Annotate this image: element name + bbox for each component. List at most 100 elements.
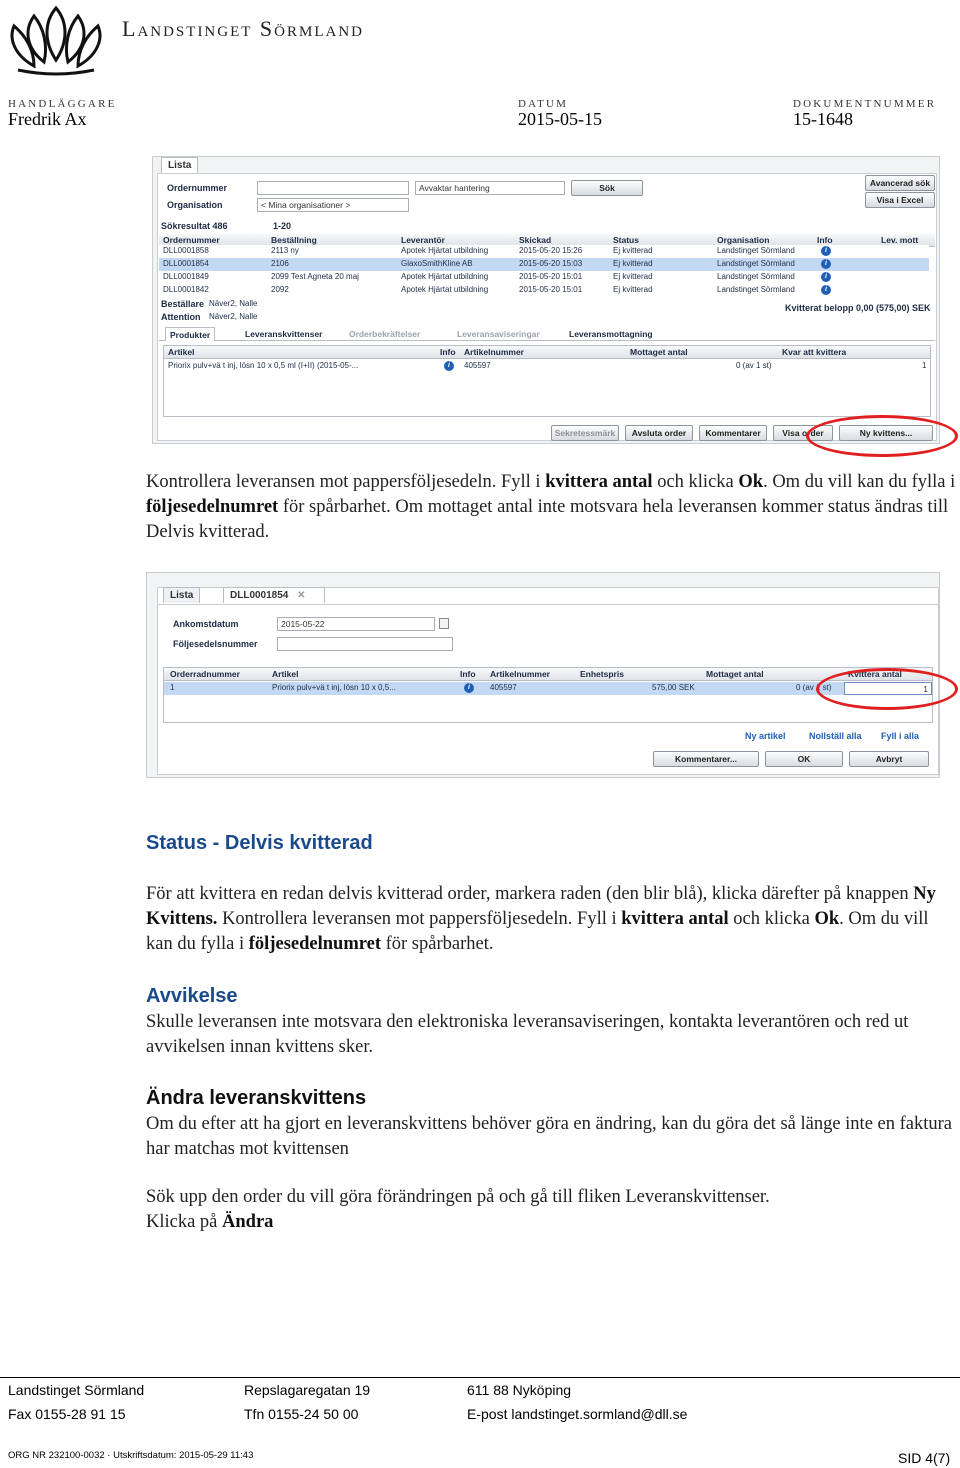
cell-order: DLL0001858 (163, 246, 209, 255)
info-icon[interactable]: i (821, 259, 831, 269)
tab-lista[interactable]: Lista (161, 157, 199, 173)
text-bold: Ändra (222, 1212, 274, 1232)
bestallare-value: Näver2, Nalle (209, 299, 258, 308)
sekretessmark-button[interactable]: Sekretessmärk (551, 425, 619, 441)
cell-artikel: Priorix pulv+vä t inj, lösn 10 x 0,5... (272, 683, 396, 692)
cell-leverantor: Apotek Hjärtat utbildning (401, 272, 489, 281)
klicka-paragraph: Klicka på Ändra (146, 1210, 958, 1235)
col-info[interactable]: Info (460, 669, 476, 679)
tab-lista[interactable]: Lista (163, 587, 201, 603)
kvittens-grid: Orderradnummer Artikel Info Artikelnumme… (163, 667, 933, 723)
table-row[interactable]: DLL0001849 2099 Test Agneta 20 maj Apote… (159, 271, 929, 284)
col-enhetspris[interactable]: Enhetspris (580, 669, 624, 679)
table-row[interactable]: DLL0001842 2092 Apotek Hjärtat utbildnin… (159, 284, 929, 297)
avbryt-button[interactable]: Avbryt (849, 751, 929, 767)
organisation-label: Organisation (167, 200, 223, 210)
cell-organisation: Landstinget Sörmland (717, 285, 795, 294)
organisation-select[interactable]: < Mina organisationer > (257, 198, 409, 212)
sok-paragraph: Sök upp den order du vill göra förändrin… (146, 1187, 770, 1207)
status-paragraph: För att kvittera en redan delvis kvitter… (146, 882, 958, 957)
col-lev-mott[interactable]: Lev. mott (881, 235, 918, 245)
avsluta-order-button[interactable]: Avsluta order (625, 425, 693, 441)
col-artikelnummer[interactable]: Artikelnummer (490, 669, 550, 679)
cell-enhetspris: 575,00 SEK (652, 683, 695, 692)
col-artikelnummer[interactable]: Artikelnummer (464, 347, 524, 357)
text-bold: kvittera antal (545, 472, 653, 492)
col-mottaget-antal[interactable]: Mottaget antal (630, 347, 688, 357)
foljesedelsnummer-input[interactable] (277, 637, 453, 651)
info-icon[interactable]: i (444, 361, 454, 371)
col-info[interactable]: Info (817, 235, 833, 245)
tab-order[interactable]: DLL0001854 ✕ (223, 587, 325, 603)
pagination[interactable]: 1-20 (273, 221, 291, 231)
text: och klicka (728, 909, 815, 929)
footer-email: E-post landstinget.sormland@dll.se (467, 1406, 688, 1422)
col-bestallning[interactable]: Beställning (271, 235, 317, 245)
col-organisation[interactable]: Organisation (717, 235, 769, 245)
tab-order-label: DLL0001854 (230, 590, 289, 601)
info-icon[interactable]: i (821, 246, 831, 256)
col-mottaget-antal[interactable]: Mottaget antal (706, 669, 764, 679)
cell-skickad: 2015-05-20 15:03 (519, 259, 583, 268)
ordernummer-input[interactable] (257, 181, 409, 195)
search-button[interactable]: Sök (571, 180, 643, 196)
cell-bestallning: 2106 (271, 259, 289, 268)
page-number: SID 4(7) (898, 1450, 951, 1466)
cell-organisation: Landstinget Sörmland (717, 246, 795, 255)
subtab-leveransmottagning[interactable]: Leveransmottagning (565, 327, 657, 341)
table-row[interactable]: Priorix pulv+vä t inj, lösn 10 x 0,5 ml … (164, 360, 930, 373)
status-heading: Status - Delvis kvitterad (146, 832, 373, 854)
cell-skickad: 2015-05-20 15:01 (519, 272, 583, 281)
cell-bestallning: 2113 ny (271, 246, 299, 255)
col-artikel[interactable]: Artikel (168, 347, 194, 357)
nollstall-alla-link[interactable]: Nollställ alla (809, 731, 862, 741)
attention-label: Attention (161, 312, 201, 322)
ankomstdatum-input[interactable]: 2015-05-22 (277, 617, 435, 631)
text: för spårbarhet. (380, 934, 494, 954)
info-icon[interactable]: i (821, 272, 831, 282)
subtab-leveranskvittenser[interactable]: Leveranskvittenser (241, 327, 327, 341)
col-skickad[interactable]: Skickad (519, 235, 551, 245)
col-ordernummer[interactable]: Ordernummer (163, 235, 220, 245)
col-orderradnummer[interactable]: Orderradnummer (170, 669, 240, 679)
close-icon[interactable]: ✕ (297, 590, 305, 601)
datum-value: 2015-05-15 (518, 109, 602, 129)
footer-rule (0, 1377, 960, 1378)
table-row-selected[interactable]: DLL0001854 2106 GlaxoSmithKline AB 2015-… (159, 258, 929, 271)
cell-mottaget: 0 (av 1 st) (736, 361, 772, 370)
cell-artikelnummer: 405597 (490, 683, 517, 692)
cell-artikel: Priorix pulv+vä t inj, lösn 10 x 0,5 ml … (168, 361, 359, 370)
col-artikel[interactable]: Artikel (272, 669, 298, 679)
col-kvar-att-kvittera[interactable]: Kvar att kvittera (782, 347, 846, 357)
advanced-search-button[interactable]: Avancerad sök (865, 175, 935, 191)
ordernummer-label: Ordernummer (167, 183, 228, 193)
table-row[interactable]: DLL0001858 2113 ny Apotek Hjärtat utbild… (159, 245, 929, 258)
kommentarer-button[interactable]: Kommentarer (699, 425, 767, 441)
ny-artikel-link[interactable]: Ny artikel (745, 731, 786, 741)
dokumentnummer-value: 15-1648 (793, 109, 853, 129)
col-status[interactable]: Status (613, 235, 639, 245)
subtab-leveransaviseringar[interactable]: Leveransaviseringar (453, 327, 544, 341)
status-select[interactable]: Avvaktar hantering (415, 181, 565, 195)
cell-leverantor: GlaxoSmithKline AB (401, 259, 473, 268)
excel-button[interactable]: Visa i Excel (865, 192, 935, 208)
ok-button[interactable]: OK (765, 751, 843, 767)
calendar-icon[interactable] (439, 618, 449, 629)
cell-leverantor: Apotek Hjärtat utbildning (401, 246, 489, 255)
result-count: Sökresultat 486 (161, 221, 228, 231)
info-icon[interactable]: i (821, 285, 831, 295)
handlaggare-value: Fredrik Ax (8, 109, 87, 129)
cell-bestallning: 2099 Test Agneta 20 maj (271, 272, 359, 281)
cell-organisation: Landstinget Sörmland (717, 259, 795, 268)
ankomstdatum-label: Ankomstdatum (173, 619, 239, 629)
kvitterat-belopp: Kvitterat belopp 0,00 (575,00) SEK (785, 303, 931, 313)
fyll-i-alla-link[interactable]: Fyll i alla (881, 731, 919, 741)
subtab-orderbekraftelser[interactable]: Orderbekräftelser (345, 327, 424, 341)
footer-orgnr: ORG NR 232100-0032 · Utskriftsdatum: 201… (8, 1450, 254, 1461)
andra-paragraph: Om du efter att ha gjort en leveranskvit… (146, 1114, 952, 1159)
kommentarer-button[interactable]: Kommentarer... (653, 751, 759, 767)
subtab-produkter[interactable]: Produkter (165, 327, 216, 341)
col-leverantor[interactable]: Leverantör (401, 235, 445, 245)
col-info[interactable]: Info (440, 347, 456, 357)
info-icon[interactable]: i (464, 683, 474, 693)
